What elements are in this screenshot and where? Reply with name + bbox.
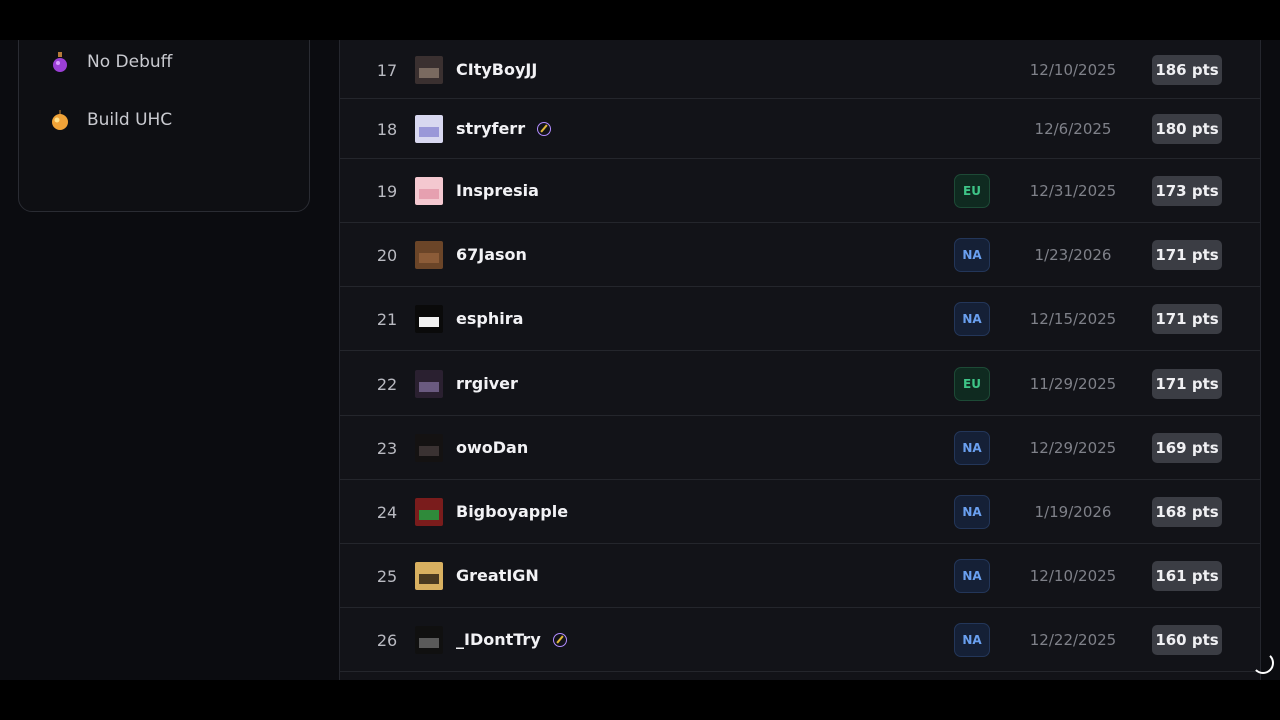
player-name: Inspresia	[456, 181, 539, 200]
player-name-link[interactable]: GreatIGN	[456, 566, 539, 585]
leaderboard-view: No Debuff Build UHC 17 CItyBoyJJ 12/10/202…	[0, 40, 1280, 680]
points-badge: 186 pts	[1152, 55, 1222, 85]
player-avatar[interactable]	[415, 434, 443, 462]
player-name: CItyBoyJJ	[456, 60, 538, 79]
golden-apple-icon	[49, 109, 71, 131]
sidebar-item-label: No Debuff	[87, 52, 173, 72]
region-badge: EU	[954, 174, 990, 208]
points-badge: 171 pts	[1152, 240, 1222, 270]
rank-number: 23	[376, 439, 398, 458]
player-avatar[interactable]	[415, 562, 443, 590]
player-name: 67Jason	[456, 245, 527, 264]
region-badge: NA	[954, 302, 990, 336]
region-badge: NA	[954, 559, 990, 593]
player-name: rrgiver	[456, 374, 518, 393]
table-row[interactable]: 25 GreatIGN NA 12/10/2025 161 pts	[340, 544, 1260, 608]
date-text: 12/10/2025	[1029, 567, 1117, 585]
points-badge: 169 pts	[1152, 433, 1222, 463]
player-name: Bigboyapple	[456, 502, 569, 521]
player-name: esphira	[456, 309, 524, 328]
player-name-link[interactable]: Inspresia	[456, 181, 539, 200]
player-avatar[interactable]	[415, 305, 443, 333]
player-avatar[interactable]	[415, 498, 443, 526]
date-text: 11/29/2025	[1029, 375, 1117, 393]
rank-number: 22	[376, 375, 398, 394]
date-text: 12/15/2025	[1029, 310, 1117, 328]
rank-number: 21	[376, 310, 398, 329]
region-badge: NA	[954, 495, 990, 529]
sidebar-item-no-debuff[interactable]: No Debuff	[49, 51, 172, 73]
table-row[interactable]: 24 Bigboyapple NA 1/19/2026 168 pts	[340, 480, 1260, 544]
date-text: 1/23/2026	[1034, 246, 1112, 264]
player-name: stryferr	[456, 119, 526, 138]
rank-number: 24	[376, 503, 398, 522]
date-text: 12/22/2025	[1029, 631, 1117, 649]
rank-number: 20	[376, 246, 398, 265]
potion-icon	[49, 51, 71, 73]
player-name: GreatIGN	[456, 566, 539, 585]
points-badge: 160 pts	[1152, 625, 1222, 655]
rank-number: 19	[376, 182, 398, 201]
region-badge: EU	[954, 367, 990, 401]
verified-badge-icon	[552, 632, 567, 647]
table-row[interactable]: 26 _IDontTry NA 12/22/2025 160 pts	[340, 608, 1260, 672]
loading-spinner-icon	[1252, 652, 1274, 674]
player-avatar[interactable]	[415, 115, 443, 143]
points-badge: 173 pts	[1152, 176, 1222, 206]
table-row[interactable]: 19 Inspresia EU 12/31/2025 173 pts	[340, 159, 1260, 223]
rank-number: 17	[376, 61, 398, 80]
player-name-link[interactable]: rrgiver	[456, 374, 518, 393]
player-name-link[interactable]: esphira	[456, 309, 523, 328]
player-avatar[interactable]	[415, 56, 443, 84]
points-badge: 171 pts	[1152, 369, 1222, 399]
points-badge: 171 pts	[1152, 304, 1222, 334]
rank-number: 26	[376, 631, 398, 650]
points-badge: 161 pts	[1152, 561, 1222, 591]
leaderboard-table: 17 CItyBoyJJ 12/10/2025 186 pts 18 stryferr 12…	[339, 40, 1261, 680]
points-badge: 180 pts	[1152, 114, 1222, 144]
player-avatar[interactable]	[415, 177, 443, 205]
gamemode-sidebar: No Debuff Build UHC	[18, 40, 310, 212]
table-row[interactable]: 20 67Jason NA 1/23/2026 171 pts	[340, 223, 1260, 287]
player-name-link[interactable]: Bigboyapple	[456, 502, 568, 521]
table-row[interactable]: 23 owoDan NA 12/29/2025 169 pts	[340, 416, 1260, 480]
sidebar-item-label: Build UHC	[87, 110, 173, 130]
player-name-link[interactable]: owoDan	[456, 438, 528, 457]
player-name: owoDan	[456, 438, 529, 457]
verified-badge-icon	[537, 121, 552, 136]
player-name-link[interactable]: CItyBoyJJ	[456, 60, 537, 79]
player-name-link[interactable]: stryferr	[456, 119, 552, 138]
player-name-link[interactable]: _IDontTry	[456, 630, 567, 649]
table-row[interactable]: 18 stryferr 12/6/2025 180 pts	[340, 99, 1260, 159]
player-name: _IDontTry	[456, 630, 541, 649]
player-avatar[interactable]	[415, 370, 443, 398]
points-badge: 168 pts	[1152, 497, 1222, 527]
player-avatar[interactable]	[415, 626, 443, 654]
region-badge: NA	[954, 238, 990, 272]
date-text: 1/19/2026	[1034, 503, 1112, 521]
table-row[interactable]: 21 esphira NA 12/15/2025 171 pts	[340, 287, 1260, 351]
date-text: 12/31/2025	[1029, 182, 1117, 200]
date-text: 12/29/2025	[1029, 439, 1117, 457]
table-row[interactable]: 17 CItyBoyJJ 12/10/2025 186 pts	[340, 40, 1260, 99]
date-text: 12/10/2025	[1029, 61, 1117, 79]
sidebar-item-build-uhc[interactable]: Build UHC	[49, 109, 172, 131]
region-badge: NA	[954, 623, 990, 657]
rank-number: 18	[376, 120, 398, 139]
rank-number: 25	[376, 567, 398, 586]
player-avatar[interactable]	[415, 241, 443, 269]
region-badge: NA	[954, 431, 990, 465]
date-text: 12/6/2025	[1034, 120, 1112, 138]
player-name-link[interactable]: 67Jason	[456, 245, 527, 264]
table-row[interactable]: 22 rrgiver EU 11/29/2025 171 pts	[340, 351, 1260, 416]
